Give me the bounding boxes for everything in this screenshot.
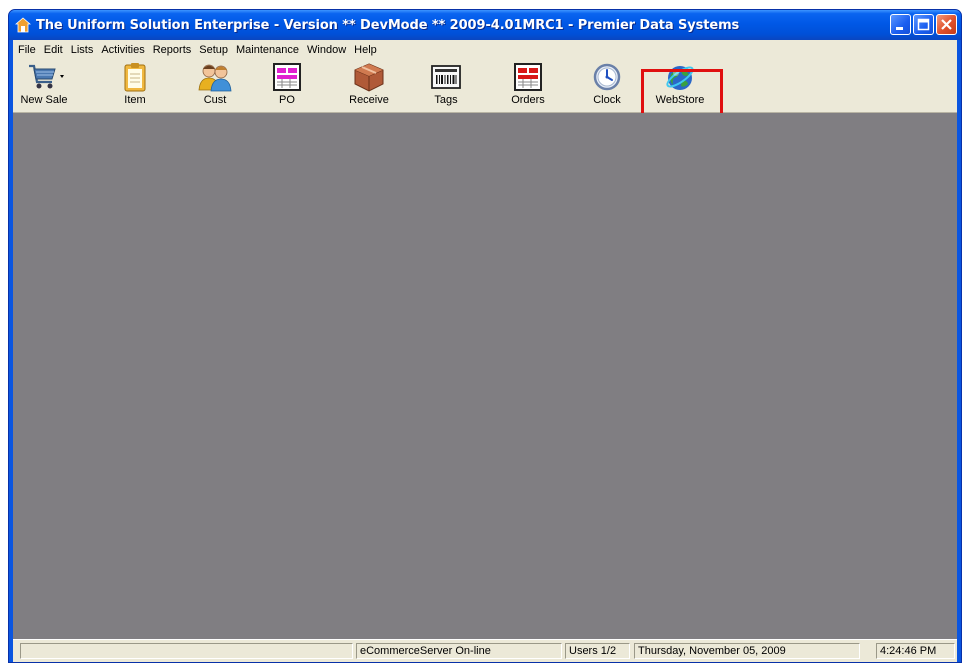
po-button[interactable]: PO [265, 60, 309, 112]
client-area: File Edit Lists Activities Reports Setup… [13, 40, 957, 662]
receive-label: Receive [349, 94, 389, 106]
maximize-button[interactable] [913, 14, 934, 35]
minimize-button[interactable] [890, 14, 911, 35]
menu-window[interactable]: Window [303, 44, 350, 56]
close-icon [941, 19, 952, 30]
menu-reports[interactable]: Reports [149, 44, 196, 56]
maximize-icon [917, 18, 930, 31]
po-label: PO [279, 94, 295, 106]
close-button[interactable] [936, 14, 957, 35]
orders-form-icon [514, 63, 542, 91]
date-status: Thursday, November 05, 2009 [634, 643, 860, 659]
mdi-workspace[interactable] [13, 113, 957, 640]
status-panel-blank [20, 643, 353, 659]
menu-file[interactable]: File [13, 44, 40, 56]
app-window: The Uniform Solution Enterprise - Versio… [8, 9, 962, 663]
po-form-icon [273, 63, 301, 91]
menu-maintenance[interactable]: Maintenance [232, 44, 303, 56]
orders-label: Orders [511, 94, 545, 106]
window-title: The Uniform Solution Enterprise - Versio… [36, 17, 740, 33]
clipboard-icon [124, 63, 146, 92]
new-sale-label: New Sale [20, 94, 68, 106]
menu-bar: File Edit Lists Activities Reports Setup… [13, 40, 957, 60]
menu-activities[interactable]: Activities [97, 44, 148, 56]
server-status: eCommerceServer On-line [356, 643, 562, 659]
clock-label: Clock [593, 94, 621, 106]
menu-lists[interactable]: Lists [67, 44, 98, 56]
menu-help[interactable]: Help [350, 44, 381, 56]
time-status: 4:24:46 PM [876, 643, 955, 659]
tags-label: Tags [434, 94, 458, 106]
item-button[interactable]: Item [109, 60, 161, 112]
receive-button[interactable]: Receive [341, 60, 397, 112]
title-bar[interactable]: The Uniform Solution Enterprise - Versio… [9, 10, 961, 40]
package-icon [354, 63, 384, 92]
cust-button[interactable]: Cust [189, 60, 241, 112]
toolbar: New Sale Item Cust PO Receive Tags Order… [13, 60, 957, 118]
shopping-cart-icon [29, 64, 64, 89]
app-icon[interactable] [15, 17, 31, 33]
clock-button[interactable]: Clock [585, 60, 629, 112]
webstore-highlight-box [641, 69, 723, 118]
minimize-icon [896, 27, 903, 30]
status-bar: eCommerceServer On-line Users 1/2 Thursd… [13, 639, 957, 662]
cust-label: Cust [203, 94, 227, 106]
tags-button[interactable]: Tags [424, 60, 468, 112]
menu-setup[interactable]: Setup [195, 44, 232, 56]
clock-icon [593, 63, 621, 91]
new-sale-button[interactable]: New Sale [13, 60, 75, 112]
barcode-tag-icon [431, 65, 461, 89]
orders-button[interactable]: Orders [503, 60, 553, 112]
item-label: Item [124, 94, 146, 106]
menu-edit[interactable]: Edit [40, 44, 67, 56]
users-status: Users 1/2 [565, 643, 630, 659]
people-icon [198, 64, 232, 92]
